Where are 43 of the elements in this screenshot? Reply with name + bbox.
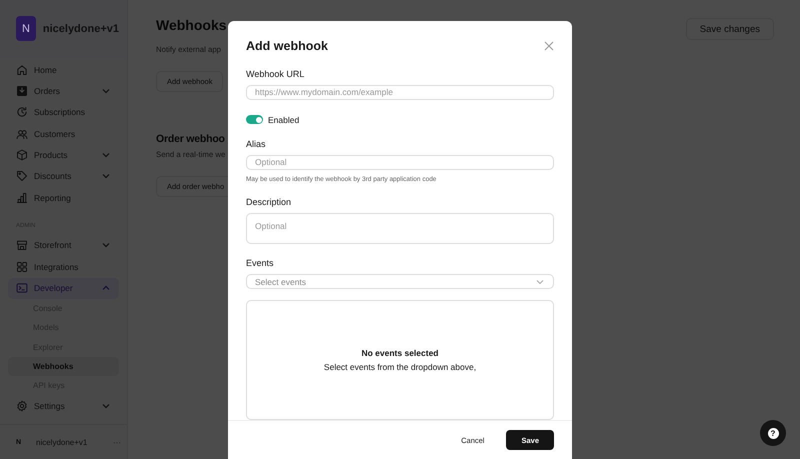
save-changes-button[interactable]: Save changes xyxy=(686,18,774,40)
user-name: nicelydone+v1 xyxy=(36,438,88,446)
nav-item[interactable]: Settings xyxy=(8,395,119,416)
nav-item[interactable]: Home xyxy=(8,59,119,80)
settings-icon xyxy=(16,400,28,412)
page-title: Webhooks xyxy=(156,17,227,33)
close-icon[interactable] xyxy=(544,41,554,51)
inbox-icon xyxy=(16,84,28,97)
field-label: Description xyxy=(246,196,292,206)
description-input[interactable]: Optional xyxy=(246,212,554,244)
store-icon xyxy=(16,239,28,252)
tag-icon xyxy=(16,170,28,182)
nav-item[interactable]: Storefront xyxy=(8,234,119,256)
nav-item[interactable]: Reporting xyxy=(8,187,119,208)
nav-item[interactable]: Integrations xyxy=(8,256,119,278)
modal-title: Add webhook xyxy=(246,39,328,53)
url-input[interactable]: https://www.mydomain.com/example xyxy=(246,85,554,100)
empty-text: Select events from the dropdown above, xyxy=(324,362,476,372)
events-dropdown[interactable]: Select events xyxy=(246,274,554,289)
grid-icon xyxy=(16,260,28,273)
section-title: Order webhoo xyxy=(156,133,225,145)
workspace-avatar: N xyxy=(16,16,36,41)
box-icon xyxy=(16,149,28,162)
nav-item[interactable]: Discounts xyxy=(8,166,119,187)
field-label: Events xyxy=(246,258,275,268)
refresh-clock-icon xyxy=(16,106,28,118)
field-label: Alias xyxy=(246,138,267,149)
terminal-icon xyxy=(16,282,28,294)
more-button[interactable]: ··· xyxy=(113,438,121,446)
nav-item[interactable]: Products xyxy=(8,144,119,166)
nav-item[interactable]: Orders xyxy=(8,80,119,102)
field-label: Webhook URL xyxy=(246,69,306,79)
home-icon xyxy=(16,64,28,76)
nav-item[interactable]: Customers xyxy=(8,123,119,144)
users-icon xyxy=(16,128,28,140)
alias-input[interactable]: Optional xyxy=(246,154,554,170)
nav-subitem[interactable]: Webhooks xyxy=(8,356,119,376)
nav-item[interactable]: Subscriptions xyxy=(8,102,119,123)
bar-chart-icon xyxy=(16,192,28,204)
toggle-label: Enabled xyxy=(268,114,300,125)
empty-title: No events selected xyxy=(361,348,438,358)
workspace-name: nicelydone+v1 xyxy=(42,22,119,34)
enabled-toggle[interactable] xyxy=(246,115,263,124)
